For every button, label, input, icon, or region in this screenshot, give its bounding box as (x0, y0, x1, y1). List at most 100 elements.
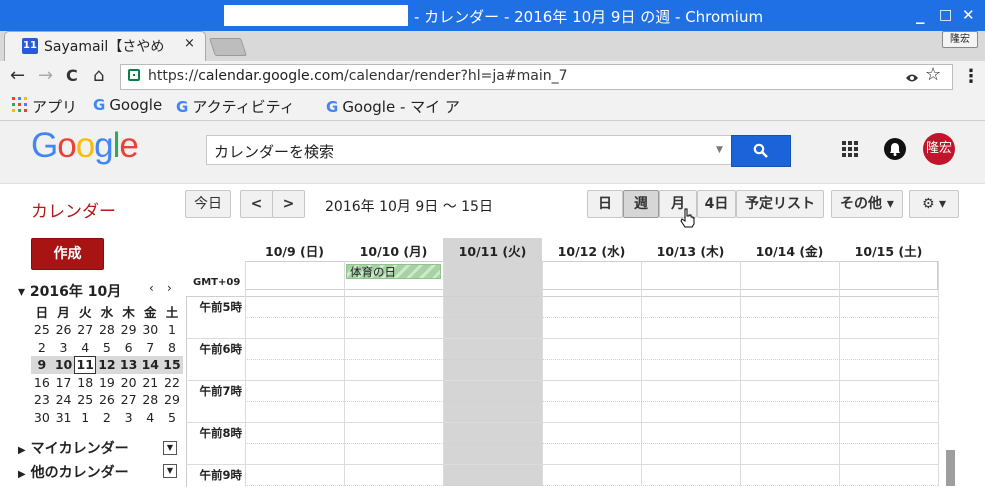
mini-day[interactable]: 12 (96, 356, 118, 374)
hour-line (186, 464, 938, 465)
mini-day[interactable]: 5 (161, 409, 183, 427)
bookmark-activity[interactable]: G アクティビティ (176, 96, 295, 117)
mini-day[interactable]: 2 (31, 339, 53, 357)
my-calendars-menu-icon[interactable]: ▼ (163, 441, 177, 455)
mini-day[interactable]: 5 (96, 339, 118, 357)
mini-day[interactable]: 20 (118, 374, 140, 392)
google-logo[interactable]: Google (31, 126, 139, 166)
mini-day[interactable]: 27 (118, 391, 140, 409)
day-header-thu[interactable]: 10/13 (木) (641, 241, 740, 260)
home-button[interactable]: ⌂ (93, 66, 104, 86)
mini-day[interactable]: 19 (96, 374, 118, 392)
mini-prev-month-button[interactable]: ‹ (149, 281, 154, 295)
google-apps-icon[interactable] (842, 141, 859, 158)
mini-day[interactable]: 14 (139, 356, 162, 374)
bookmark-google[interactable]: G Google (93, 96, 162, 114)
grid-scrollbar[interactable] (946, 450, 955, 486)
close-window-button[interactable]: ✕ (962, 4, 975, 26)
mini-day[interactable]: 3 (53, 339, 75, 357)
mini-day[interactable]: 22 (161, 374, 183, 392)
mini-day[interactable]: 16 (31, 374, 53, 392)
mini-day[interactable]: 4 (74, 339, 96, 357)
search-button[interactable] (731, 135, 791, 167)
mini-day[interactable]: 27 (74, 321, 96, 339)
allday-event[interactable]: 体育の日 (346, 264, 441, 279)
mini-day-today[interactable]: 11 (74, 356, 97, 374)
mini-day[interactable]: 18 (74, 374, 96, 392)
settings-gear-button[interactable]: ⚙ ▾ (909, 190, 959, 218)
mini-day[interactable]: 2 (96, 409, 118, 427)
mini-day[interactable]: 1 (74, 409, 96, 427)
day-header-mon[interactable]: 10/10 (月) (344, 241, 443, 260)
create-event-button[interactable]: 作成 (31, 238, 104, 270)
bookmark-apps[interactable]: アプリ (32, 96, 77, 117)
notifications-bell-icon[interactable] (884, 138, 906, 160)
other-calendars-toggle[interactable]: ▶ 他のカレンダー (18, 462, 129, 482)
mini-day[interactable]: 30 (139, 321, 161, 339)
minimize-button[interactable]: _ (916, 4, 925, 26)
next-period-button[interactable]: > (272, 190, 305, 218)
mini-day[interactable]: 26 (96, 391, 118, 409)
eye-icon[interactable] (905, 69, 919, 88)
mini-day[interactable]: 31 (53, 409, 75, 427)
mini-day[interactable]: 28 (139, 391, 161, 409)
mini-day[interactable]: 28 (96, 321, 118, 339)
mini-day[interactable]: 15 (161, 356, 183, 374)
tab-close-icon[interactable]: × (184, 36, 195, 51)
mini-day[interactable]: 17 (53, 374, 75, 392)
my-calendars-toggle[interactable]: ▶ マイカレンダー (18, 438, 129, 458)
bookmark-star-icon[interactable]: ☆ (925, 64, 941, 85)
mini-day[interactable]: 6 (118, 339, 140, 357)
mini-day[interactable]: 24 (53, 391, 75, 409)
day-header-sat[interactable]: 10/15 (土) (839, 241, 938, 260)
mini-day[interactable]: 29 (118, 321, 140, 339)
forward-button[interactable]: → (38, 66, 53, 86)
today-button[interactable]: 今日 (185, 190, 231, 218)
search-options-icon[interactable]: ▼ (716, 145, 723, 155)
mini-day[interactable]: 10 (52, 356, 75, 374)
column-divider (344, 261, 345, 486)
apps-grid-icon[interactable] (12, 97, 27, 112)
mini-day[interactable]: 29 (161, 391, 183, 409)
mini-day[interactable]: 21 (139, 374, 161, 392)
more-menu-button[interactable]: その他 ▾ (831, 190, 903, 218)
mini-day[interactable]: 4 (139, 409, 161, 427)
url-text[interactable]: https://calendar.google.com/calendar/ren… (148, 68, 568, 84)
today-allday-cell[interactable] (443, 261, 542, 290)
new-tab-button[interactable] (209, 38, 247, 56)
view-4day-button[interactable]: 4日 (697, 190, 736, 218)
reload-button[interactable]: C (66, 66, 78, 86)
view-day-button[interactable]: 日 (587, 190, 623, 218)
time-grid[interactable] (186, 296, 939, 487)
browser-menu-icon[interactable]: ⋮ (962, 66, 980, 87)
view-agenda-button[interactable]: 予定リスト (736, 190, 824, 218)
mini-day[interactable]: 8 (161, 339, 183, 357)
mini-day[interactable]: 25 (31, 321, 53, 339)
day-header-fri[interactable]: 10/14 (金) (740, 241, 839, 260)
account-avatar[interactable]: 隆宏 (923, 133, 955, 165)
prev-period-button[interactable]: < (240, 190, 273, 218)
mini-day[interactable]: 9 (31, 356, 53, 374)
bookmark-google-my[interactable]: G Google - マイ ア (326, 96, 460, 117)
day-header-tue[interactable]: 10/11 (火) (443, 241, 542, 260)
tab-title: Sayamail【さやめ (44, 39, 165, 55)
view-week-button[interactable]: 週 (623, 190, 659, 218)
day-header-sun[interactable]: 10/9 (日) (245, 241, 344, 260)
mini-day[interactable]: 7 (139, 339, 161, 357)
lock-icon[interactable] (128, 69, 140, 81)
back-button[interactable]: ← (10, 66, 25, 86)
mini-day[interactable]: 13 (117, 356, 140, 374)
maximize-button[interactable]: □ (939, 4, 952, 26)
mini-day[interactable]: 26 (53, 321, 75, 339)
mini-day[interactable]: 25 (74, 391, 96, 409)
mini-day[interactable]: 30 (31, 409, 53, 427)
mini-next-month-button[interactable]: › (167, 281, 172, 295)
calendar-app-title[interactable]: カレンダー (31, 197, 116, 222)
profile-badge[interactable]: 隆宏 (942, 31, 978, 48)
mini-day[interactable]: 3 (118, 409, 140, 427)
day-header-wed[interactable]: 10/12 (水) (542, 241, 641, 260)
other-calendars-menu-icon[interactable]: ▼ (163, 464, 177, 478)
mini-calendar-title[interactable]: ▾ 2016年 10月 (18, 281, 121, 301)
mini-day[interactable]: 23 (31, 391, 53, 409)
mini-day[interactable]: 1 (161, 321, 183, 339)
